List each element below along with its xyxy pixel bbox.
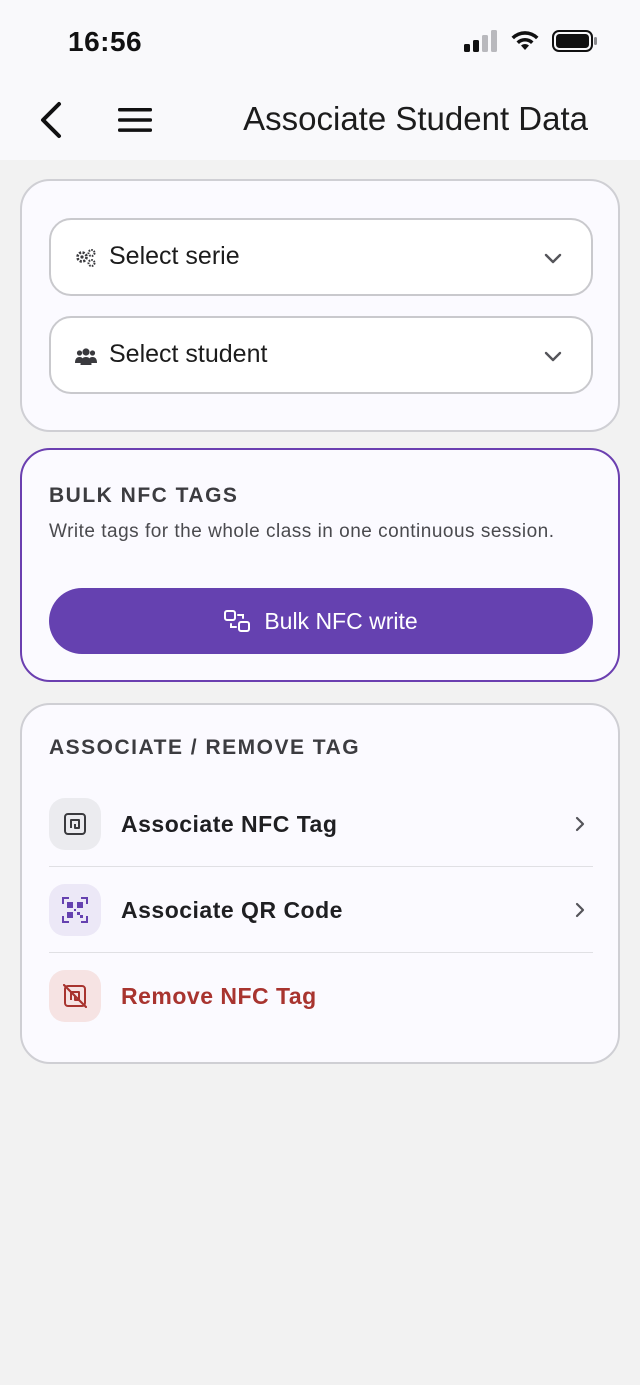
status-time: 16:56 [68, 26, 143, 57]
nfc-remove-icon [63, 984, 87, 1008]
remove-nfc-tag-label: Remove NFC Tag [121, 982, 317, 1009]
bulk-section-title: BULK NFC TAGS [49, 484, 239, 507]
bulk-description: Write tags for the whole class in one co… [49, 521, 555, 542]
serie-select[interactable]: Select serie [49, 218, 593, 296]
associate-remove-card: ASSOCIATE / REMOVE TAG Associate NFC Tag [20, 703, 620, 1064]
wifi-icon [511, 31, 539, 50]
student-select[interactable]: Select student [49, 316, 593, 394]
bulk-nfc-write-label: Bulk NFC write [264, 607, 418, 634]
status-bar: 16:56 [0, 0, 640, 80]
bulk-nfc-write-button[interactable]: Bulk NFC write [49, 588, 593, 654]
nfc-tag-icon [64, 813, 86, 835]
back-button[interactable] [30, 98, 72, 142]
associate-nfc-tag-row[interactable]: Associate NFC Tag [49, 781, 593, 867]
gears-icon [76, 249, 96, 267]
battery-icon [552, 30, 597, 52]
users-icon [75, 348, 97, 365]
nfc-tag-icon-wrap [49, 798, 101, 850]
associate-section-title: ASSOCIATE / REMOVE TAG [49, 736, 361, 759]
menu-button[interactable] [112, 98, 158, 142]
qr-code-icon-wrap [49, 884, 101, 936]
chevron-down-icon [544, 351, 562, 362]
associate-qr-code-label: Associate QR Code [121, 896, 343, 923]
chevron-right-icon [575, 902, 585, 918]
status-icons [464, 30, 598, 52]
hamburger-menu-icon [118, 108, 152, 132]
signal-icon [464, 30, 497, 52]
chevron-left-icon [41, 102, 61, 138]
associate-nfc-tag-label: Associate NFC Tag [121, 810, 338, 837]
nfc-write-icon [224, 610, 251, 632]
page-title: Associate Student Data [243, 100, 588, 137]
remove-nfc-tag-row[interactable]: Remove NFC Tag [49, 953, 593, 1039]
chevron-down-icon [544, 253, 562, 264]
app-header: Associate Student Data [0, 80, 640, 160]
associate-qr-code-row[interactable]: Associate QR Code [49, 867, 593, 953]
qr-code-icon [62, 897, 88, 923]
bulk-nfc-card: BULK NFC TAGS Write tags for the whole c… [20, 448, 620, 682]
serie-select-label: Select serie [109, 242, 240, 270]
student-select-label: Select student [109, 340, 268, 368]
chevron-right-icon [575, 816, 585, 832]
selector-card: Select serie Select student [20, 179, 620, 432]
nfc-remove-icon-wrap [49, 970, 101, 1022]
